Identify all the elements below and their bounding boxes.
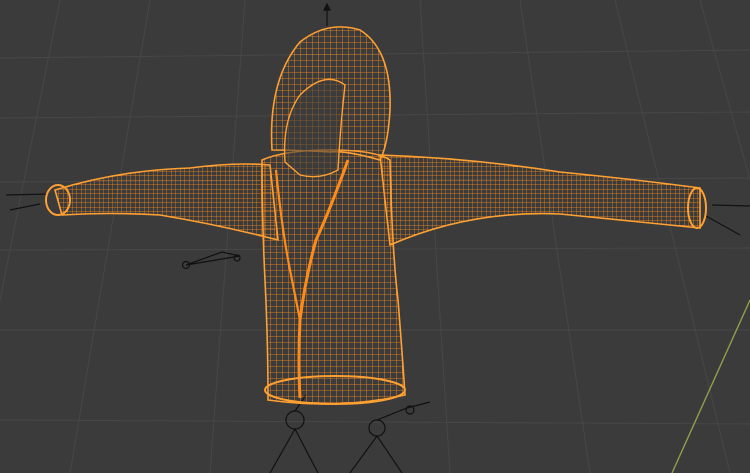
3d-viewport[interactable] (0, 0, 750, 473)
y-axis-line (671, 299, 750, 473)
empty-target-icon[interactable] (323, 2, 331, 26)
armature-bone-icon[interactable] (269, 394, 319, 473)
armature-bone-icon[interactable] (349, 401, 431, 473)
hoodie-mesh[interactable] (45, 26, 707, 405)
armature-bone-icon[interactable] (181, 251, 241, 270)
viewport-canvas[interactable] (0, 0, 750, 473)
